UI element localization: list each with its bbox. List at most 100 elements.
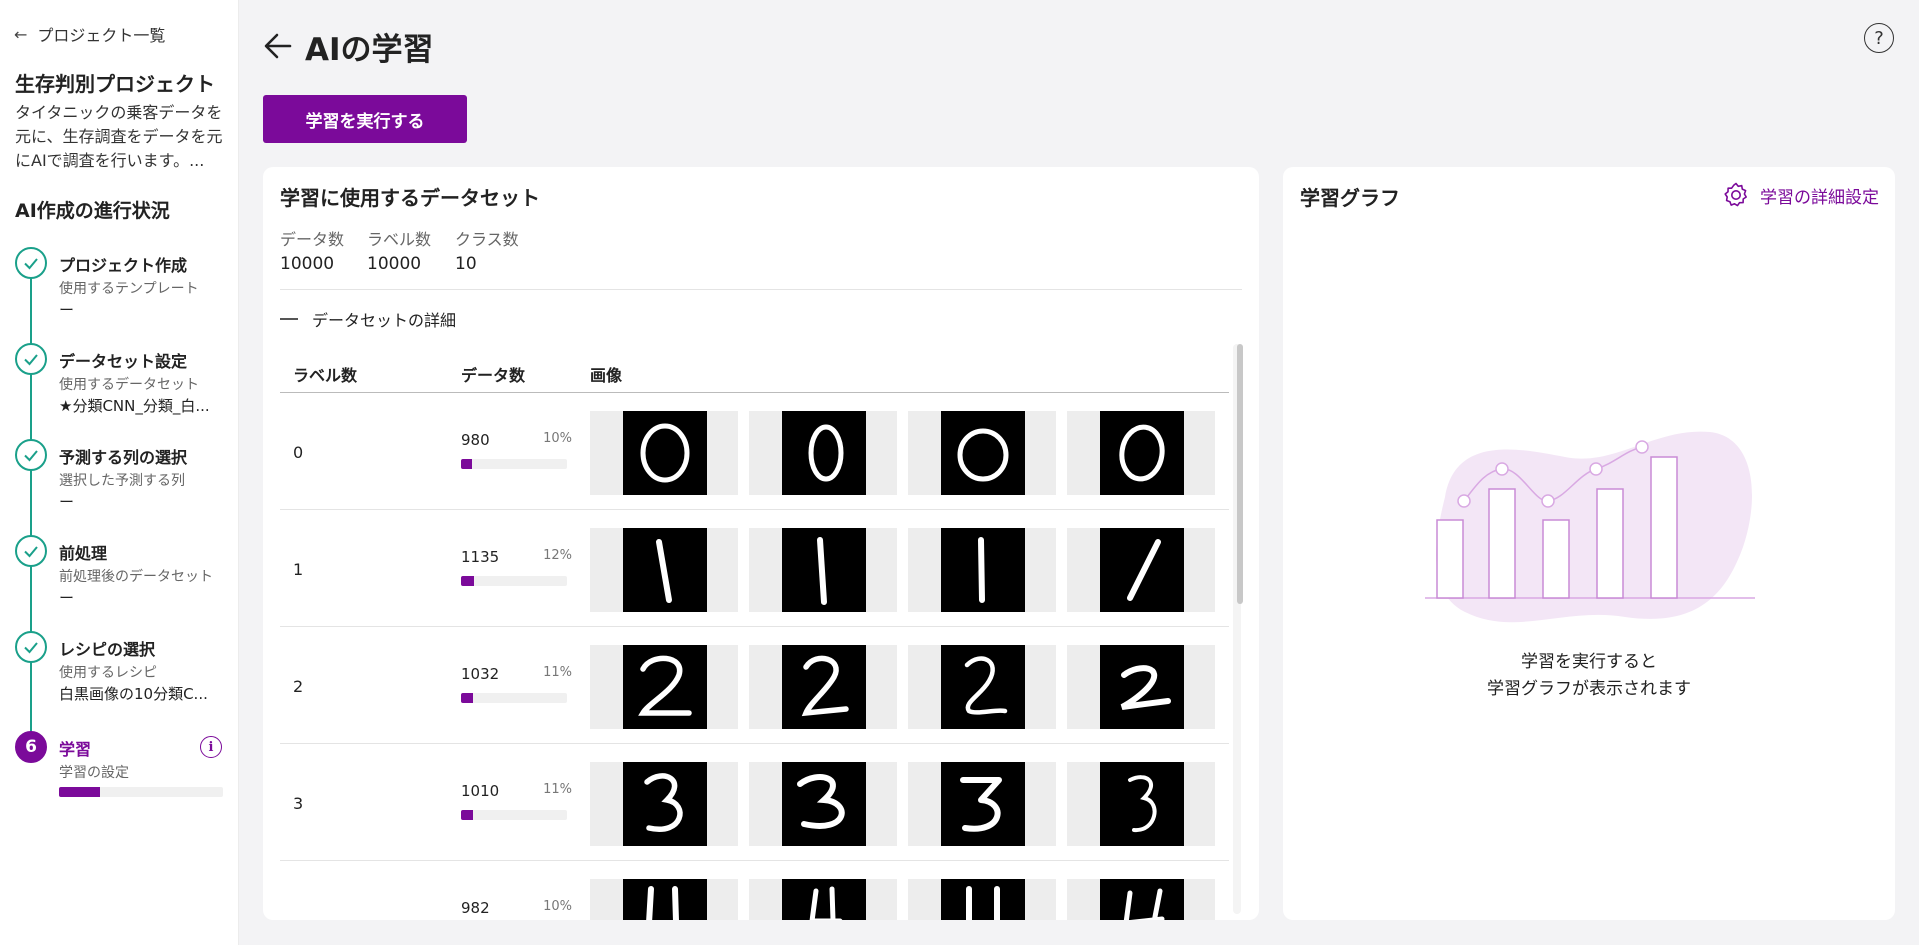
sample-image[interactable]: [1067, 528, 1215, 612]
sample-image[interactable]: [590, 528, 738, 612]
sample-image[interactable]: [908, 645, 1056, 729]
graph-empty-message: 学習を実行すると 学習グラフが表示されます: [1283, 649, 1895, 703]
run-training-button[interactable]: 学習を実行する: [263, 95, 467, 143]
column-header-image: 画像: [590, 366, 623, 385]
table-row[interactable]: 2 1032 11%: [280, 627, 1229, 744]
graph-empty-line1: 学習を実行すると: [1521, 652, 1657, 672]
table-row[interactable]: 982 10%: [280, 861, 1229, 920]
step-sub: 前処理後のデータセット: [59, 569, 213, 585]
table-scrollbar-thumb[interactable]: [1237, 344, 1243, 604]
dataset-card: 学習に使用するデータセット データ数 10000 ラベル数 10000 クラス数…: [263, 167, 1259, 920]
step-name: 予測する列の選択: [59, 448, 188, 467]
step-value: ー: [59, 301, 75, 319]
row-count: 980: [461, 431, 490, 449]
arrow-left-icon: ←: [14, 24, 28, 44]
graph-title: 学習グラフ: [1300, 186, 1400, 210]
sample-image[interactable]: [1067, 411, 1215, 495]
step-sub: 学習の設定: [59, 765, 129, 781]
training-graph-card: 学習グラフ 学習の詳細設定 学習を実行すると 学習グラフが表示されます: [1283, 167, 1895, 920]
sample-image[interactable]: [908, 411, 1056, 495]
stat-value: 10000: [367, 254, 422, 274]
row-percent: 10%: [543, 431, 572, 446]
back-to-projects-link[interactable]: ← プロジェクト一覧: [14, 22, 165, 46]
sample-image[interactable]: [590, 879, 738, 920]
row-percent: 11%: [543, 782, 572, 797]
check-icon: [15, 439, 47, 471]
check-icon: [15, 535, 47, 567]
step-name: データセット設定: [59, 352, 188, 371]
stat-label-count: ラベル数 10000: [367, 226, 431, 274]
sample-image[interactable]: [749, 879, 897, 920]
sample-image[interactable]: [749, 762, 897, 846]
row-count: 982: [461, 899, 490, 917]
sample-image[interactable]: [908, 879, 1056, 920]
row-label: 2: [293, 677, 304, 696]
stat-label: データ数: [280, 230, 345, 249]
step-number-badge: 6: [15, 731, 47, 763]
sample-image[interactable]: [590, 762, 738, 846]
row-ratio-fill: [461, 810, 473, 820]
step-sub: 使用するデータセット: [59, 377, 199, 393]
row-count: 1010: [461, 782, 500, 800]
help-icon[interactable]: ?: [1864, 23, 1894, 53]
training-settings-link[interactable]: 学習の詳細設定: [1722, 181, 1879, 209]
sidebar: ← プロジェクト一覧 生存判別プロジェクト タイタニックの乗客データを元に、生存…: [0, 0, 239, 945]
sample-image[interactable]: [908, 528, 1056, 612]
step-sub: 使用するテンプレート: [59, 281, 199, 297]
sample-image[interactable]: [1067, 645, 1215, 729]
row-ratio-fill: [461, 576, 474, 586]
back-arrow-icon[interactable]: [262, 30, 294, 62]
sample-image[interactable]: [1067, 879, 1215, 920]
row-ratio-bar: [461, 576, 567, 586]
step-sub: 選択した予測する列: [59, 473, 185, 489]
stat-label: ラベル数: [367, 230, 432, 249]
settings-label: 学習の詳細設定: [1760, 187, 1879, 208]
sample-image[interactable]: [590, 645, 738, 729]
info-icon[interactable]: i: [200, 736, 222, 758]
column-header-label: ラベル数: [293, 366, 358, 385]
dataset-title: 学習に使用するデータセット: [280, 186, 540, 210]
project-description: タイタニックの乗客データを元に、生存調査をデータを元にAIで調査を行います。..…: [15, 103, 223, 170]
dataset-details-toggle[interactable]: データセットの詳細: [280, 307, 456, 331]
step-value: ★分類CNN_分類_白...: [59, 397, 210, 415]
divider: [280, 289, 1242, 290]
sample-image[interactable]: [749, 645, 897, 729]
step-progress-bar: [59, 787, 223, 797]
row-ratio-bar: [461, 693, 567, 703]
page-title: AIの学習: [305, 32, 434, 68]
row-label: 3: [293, 794, 304, 813]
row-count: 1135: [461, 548, 500, 566]
row-ratio-fill: [461, 459, 472, 469]
step-progress-fill: [59, 787, 100, 797]
sample-image[interactable]: [749, 411, 897, 495]
graph-empty-line2: 学習グラフが表示されます: [1487, 679, 1691, 699]
sample-image[interactable]: [590, 411, 738, 495]
stat-label: クラス数: [455, 230, 519, 249]
table-row[interactable]: 1 1135 12%: [280, 510, 1229, 627]
row-ratio-fill: [461, 693, 473, 703]
sample-image[interactable]: [749, 528, 897, 612]
step-name: レシピの選択: [59, 640, 156, 659]
step-name: 学習: [59, 740, 92, 759]
step-value: ー: [59, 589, 75, 607]
check-icon: [15, 631, 47, 663]
dataset-table: ラベル数 データ数 画像 0 980 10% 1 1135 12% 2 1032…: [280, 337, 1241, 920]
check-icon: [15, 343, 47, 375]
back-link-label: プロジェクト一覧: [37, 26, 166, 45]
stat-value: 10000: [280, 254, 335, 274]
check-icon: [15, 247, 47, 279]
row-percent: 11%: [543, 665, 572, 680]
collapse-icon: [280, 318, 298, 320]
step-name: 前処理: [59, 544, 108, 563]
table-row[interactable]: 0 980 10%: [280, 393, 1229, 510]
step-value: ー: [59, 493, 75, 511]
table-row[interactable]: 3 1010 11%: [280, 744, 1229, 861]
progress-title: AI作成の進行状況: [15, 200, 170, 222]
step-name: プロジェクト作成: [59, 256, 188, 275]
row-count: 1032: [461, 665, 500, 683]
sample-image[interactable]: [908, 762, 1056, 846]
project-title: 生存判別プロジェクト: [15, 72, 215, 96]
stat-data-count: データ数 10000: [280, 226, 344, 274]
column-header-count: データ数: [461, 366, 526, 385]
sample-image[interactable]: [1067, 762, 1215, 846]
